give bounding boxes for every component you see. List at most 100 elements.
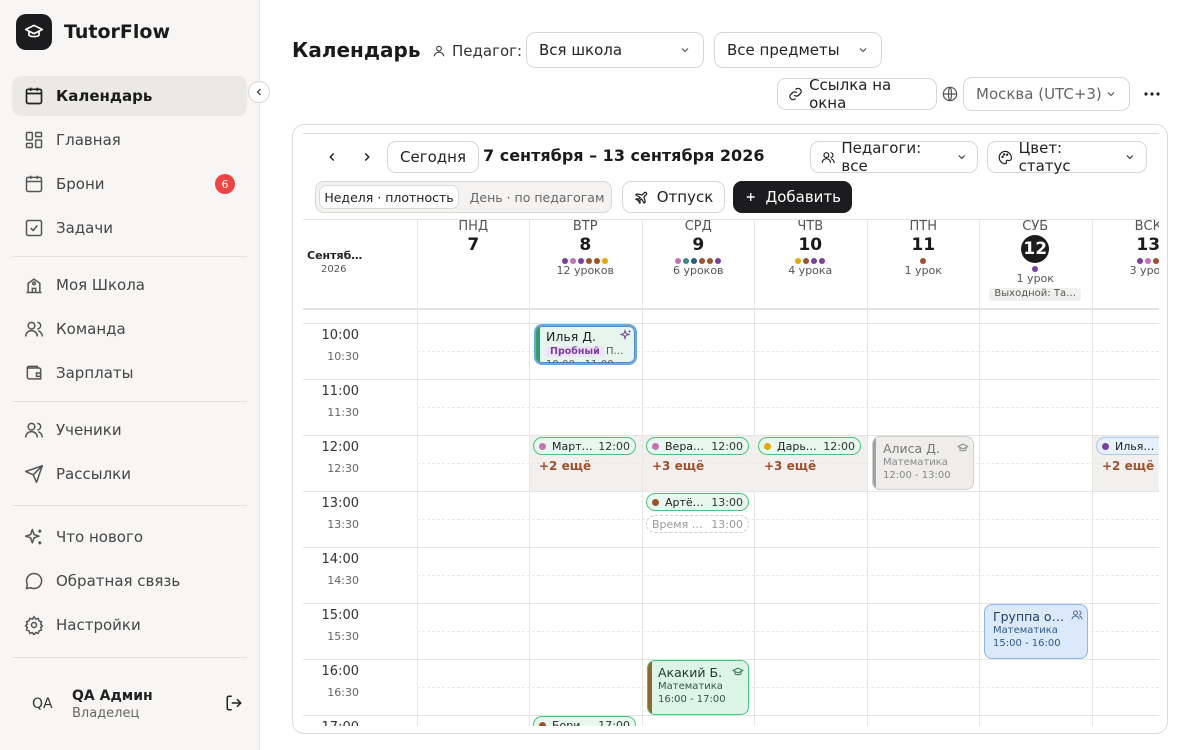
divider xyxy=(867,219,868,309)
school-select[interactable]: Вся школа xyxy=(526,32,704,68)
more-lessons-link[interactable]: +2 ещё xyxy=(1102,459,1154,473)
graduation-cap-icon xyxy=(957,443,969,452)
lesson-chip[interactable]: Вера… 12:00 xyxy=(646,437,749,455)
day-number: 9 xyxy=(692,235,705,255)
day-header[interactable]: ПТН 11 1 урок xyxy=(867,219,980,309)
more-lessons-link[interactable]: +3 ещё xyxy=(652,459,704,473)
lesson-card-trial[interactable]: Илья Д. Пробный П… 10:00 - 11:00 xyxy=(534,324,637,365)
share-slots-link-button[interactable]: Ссылка на окна xyxy=(777,76,937,112)
sidebar-item-mailings[interactable]: Рассылки xyxy=(12,454,247,494)
divider xyxy=(12,657,247,658)
half-hour-label: 16:30 xyxy=(327,686,359,699)
sidebar-item-team[interactable]: Команда xyxy=(12,309,247,349)
user-profile[interactable]: QA QA Админ Владелец xyxy=(12,680,247,728)
sidebar-item-label: Настройки xyxy=(56,616,141,634)
time-grid: 10:00 10:30 11:00 11:30 12:00 12:30 13:00 13:30… xyxy=(303,219,1159,726)
chevron-down-icon xyxy=(681,48,689,53)
status-dot xyxy=(539,442,546,450)
divider xyxy=(417,219,418,309)
view-week-tab[interactable]: Неделя · плотность xyxy=(319,185,459,209)
lesson-chip[interactable]: Время … 13:00 xyxy=(646,515,749,533)
sidebar-item-salaries[interactable]: Зарплаты xyxy=(12,353,247,393)
day-header[interactable]: ВТР 8 12 уроков xyxy=(529,219,642,309)
calendar-view: Сегодня 7 сентября – 13 сентября 2026 Пе… xyxy=(303,133,1159,726)
lesson-card[interactable]: Акакий Б. Математика 16:00 - 17:00 xyxy=(647,660,749,715)
sidebar-item-tasks[interactable]: Задачи xyxy=(12,208,247,248)
status-bar xyxy=(648,661,652,714)
sidebar-item-label: Команда xyxy=(56,320,126,338)
divider xyxy=(1092,219,1093,309)
status-dot xyxy=(1102,442,1109,450)
divider xyxy=(867,309,868,726)
sidebar-item-whats-new[interactable]: Что нового xyxy=(12,517,247,557)
status-dot xyxy=(539,721,546,726)
logout-icon[interactable] xyxy=(225,694,243,712)
subject-select[interactable]: Все предметы xyxy=(714,32,882,68)
day-number: 13 xyxy=(1136,235,1159,255)
timezone-select[interactable]: Москва (UTC+3) xyxy=(963,77,1130,111)
time-label: 12:00 xyxy=(321,440,359,455)
sidebar-item-students[interactable]: Ученики xyxy=(12,410,247,450)
sidebar-item-label: Брони xyxy=(56,175,105,193)
divider xyxy=(979,219,980,309)
user-icon xyxy=(433,45,445,57)
sidebar-item-feedback[interactable]: Обратная связь xyxy=(12,561,247,601)
half-hour-label: 13:30 xyxy=(327,518,359,531)
day-header[interactable]: СУБ 12 1 урок Выходной: Та… xyxy=(979,219,1092,309)
gear-icon xyxy=(24,615,44,635)
chevron-down-icon xyxy=(1107,92,1115,97)
divider xyxy=(303,715,1159,716)
lesson-chip[interactable]: Артё… 13:00 xyxy=(646,493,749,511)
day-number: 11 xyxy=(911,235,936,255)
page-title: Календарь xyxy=(292,38,421,62)
lesson-chip[interactable]: Бори… 17:00 xyxy=(533,716,636,726)
day-header[interactable]: ЧТВ 10 4 урока xyxy=(754,219,867,309)
lesson-card-cancelled[interactable]: Алиса Д. Математика 12:00 - 13:00 xyxy=(872,436,974,490)
half-hour-label: 10:30 xyxy=(327,350,359,363)
teachers-filter[interactable]: Педагоги: все xyxy=(810,139,978,175)
more-options-button[interactable] xyxy=(1140,84,1164,104)
chevron-down-icon xyxy=(859,48,867,53)
color-mode-filter[interactable]: Цвет: статус xyxy=(987,139,1147,175)
chevron-right-icon[interactable] xyxy=(360,150,374,164)
lesson-chip[interactable]: Дарь… 12:00 xyxy=(758,437,861,455)
more-lessons-link[interactable]: +3 ещё xyxy=(764,459,816,473)
view-day-tab[interactable]: День · по педагогам xyxy=(466,185,608,209)
collapse-sidebar-button[interactable] xyxy=(248,81,270,103)
day-header[interactable]: ВСК13 3 урок xyxy=(1092,219,1159,309)
lesson-chip[interactable]: Март… 12:00 xyxy=(533,437,636,455)
user-role: Владелец xyxy=(72,705,140,721)
lesson-count: 3 урок xyxy=(1129,264,1159,277)
sidebar-item-label: Ученики xyxy=(56,421,122,439)
day-number: 8 xyxy=(579,235,592,255)
day-header[interactable]: ПНД 7 xyxy=(417,219,530,309)
sidebar-item-calendar[interactable]: Календарь xyxy=(12,76,247,116)
app-name: TutorFlow xyxy=(64,21,171,43)
time-label: 14:00 xyxy=(321,552,359,567)
sidebar-item-settings[interactable]: Настройки xyxy=(12,605,247,645)
send-icon xyxy=(24,464,44,484)
more-lessons-link[interactable]: +2 ещё xyxy=(539,459,591,473)
plus-icon xyxy=(746,193,755,201)
dashboard-icon xyxy=(25,131,43,149)
group-lesson-card[interactable]: Группа о… Математика 15:00 - 16:00 xyxy=(984,604,1088,659)
sparkles-icon xyxy=(620,329,631,341)
sidebar-item-label: Что нового xyxy=(56,528,144,546)
sidebar-item-school[interactable]: Моя Школа xyxy=(12,265,247,305)
chevron-left-icon[interactable] xyxy=(325,150,339,164)
lesson-count: 1 урок xyxy=(1016,272,1054,285)
sidebar-item-bookings[interactable]: Брони 6 xyxy=(12,164,247,204)
app-logo[interactable]: TutorFlow xyxy=(16,14,170,50)
lesson-chip[interactable]: Илья… xyxy=(1096,437,1159,455)
checkbox-icon xyxy=(25,219,43,237)
sidebar-item-home[interactable]: Главная xyxy=(12,120,247,160)
chat-bubble-icon xyxy=(25,572,43,590)
day-header[interactable]: СРД 9 6 уроков xyxy=(642,219,755,309)
sidebar-item-label: Обратная связь xyxy=(56,572,181,590)
vacation-button[interactable]: Отпуск xyxy=(622,181,725,213)
add-button[interactable]: Добавить xyxy=(733,181,852,213)
divider xyxy=(529,309,530,726)
divider xyxy=(417,519,1159,520)
main-content: Календарь Педагог: Вся школа Все предмет… xyxy=(260,0,1200,750)
today-button[interactable]: Сегодня xyxy=(387,141,479,173)
